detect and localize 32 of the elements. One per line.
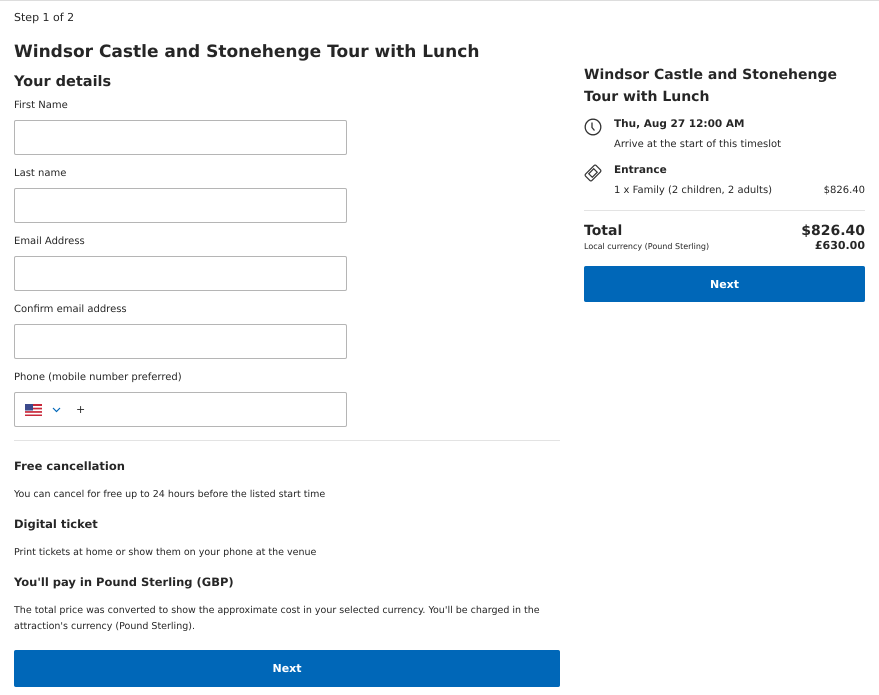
field-label: Confirm email address xyxy=(14,304,128,315)
next-button[interactable]: Next xyxy=(14,650,560,687)
total-label: Total xyxy=(584,223,622,240)
info-heading: You'll pay in Pound Sterling (GBP) xyxy=(14,575,235,590)
info-text: The total price was converted to show the approximate cost in your selected currency. You'll be charged in the attraction's currency (Pound Sterling). xyxy=(14,604,541,634)
local-currency-label: Local currency (Pound Sterling) xyxy=(584,242,710,252)
section-heading: Your details xyxy=(14,74,112,90)
total-price: $826.40 xyxy=(801,223,865,240)
info-text: You can cancel for free up to 24 hours before the listed start time xyxy=(14,488,326,502)
input-field[interactable] xyxy=(14,256,347,291)
input-field[interactable] xyxy=(14,120,347,155)
field-label: Email Address xyxy=(14,236,86,247)
next-button[interactable]: Next xyxy=(584,266,865,302)
field-label: Phone (mobile number preferred) xyxy=(14,372,183,383)
item-heading: Entrance xyxy=(614,164,668,176)
input-field[interactable] xyxy=(14,188,347,223)
info-heading: Free cancellation xyxy=(14,459,126,473)
local-total-price: £630.00 xyxy=(814,239,865,252)
step-indicator: Step 1 of 2 xyxy=(14,11,76,24)
clock-icon xyxy=(584,118,602,136)
ticket-icon xyxy=(584,164,602,182)
page-title: Windsor Castle and Stonehenge Tour with Lunch xyxy=(14,42,480,62)
info-heading: Digital ticket xyxy=(14,517,99,532)
item-detail: Arrive at the start of this timeslot xyxy=(614,139,782,150)
field-label: Last name xyxy=(14,168,68,179)
info-text: Print tickets at home or show them on your phone at the venue xyxy=(14,546,318,560)
item-heading: Thu, Aug 27 12:00 AM xyxy=(614,118,746,130)
input-field[interactable] xyxy=(14,324,347,359)
field-label: First Name xyxy=(14,100,69,111)
item-detail: 1 x Family (2 children, 2 adults) xyxy=(614,185,772,196)
summary-title: Windsor Castle and Stonehenge Tour with Lunch xyxy=(584,66,838,107)
item-price: $826.40 xyxy=(824,185,865,196)
